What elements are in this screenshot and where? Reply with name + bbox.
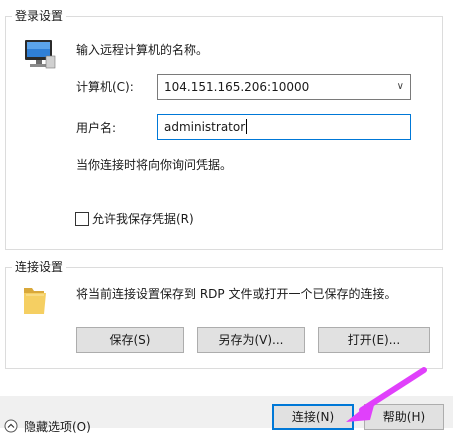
username-label: 用户名: <box>76 121 117 135</box>
computer-label: 计算机(C): <box>76 80 134 94</box>
username-value: administrator <box>164 120 246 134</box>
computer-combobox[interactable]: 104.151.165.206:10000 ∨ <box>157 74 411 100</box>
collapse-options-icon[interactable] <box>4 419 18 433</box>
remote-computer-icon <box>25 40 56 69</box>
username-input[interactable]: administrator <box>157 114 411 140</box>
allow-save-checkbox[interactable] <box>75 212 89 226</box>
folder-icon <box>24 288 46 314</box>
login-settings-title: 登录设置 <box>12 8 67 24</box>
save-as-button[interactable]: 另存为(V)... <box>197 327 305 353</box>
connection-description: 将当前连接设置保存到 RDP 文件或打开一个已保存的连接。 <box>76 287 397 301</box>
connection-settings-group: 连接设置 <box>5 259 443 369</box>
text-caret <box>246 119 248 134</box>
save-button[interactable]: 保存(S) <box>76 327 184 353</box>
open-button[interactable]: 打开(E)... <box>318 327 430 353</box>
allow-save-label[interactable]: 允许我保存凭据(R) <box>92 211 194 227</box>
computer-value: 104.151.165.206:10000 <box>164 80 310 94</box>
chevron-down-icon[interactable]: ∨ <box>397 75 404 99</box>
instruction-text: 输入远程计算机的名称。 <box>76 43 209 57</box>
connection-settings-title: 连接设置 <box>12 259 67 275</box>
annotation-arrow-icon <box>346 367 427 422</box>
hide-options-label[interactable]: 隐藏选项(O) <box>24 419 91 435</box>
credential-note: 当你连接时将向你询问凭据。 <box>76 158 233 172</box>
